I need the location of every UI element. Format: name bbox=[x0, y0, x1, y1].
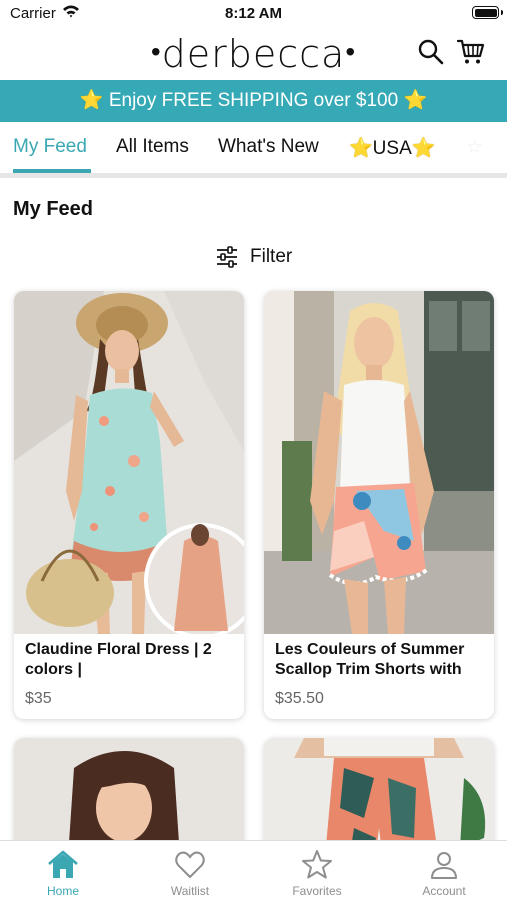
home-icon bbox=[48, 850, 78, 878]
product-name: Claudine Floral Dress | 2 colors | bbox=[25, 641, 212, 678]
tab-waitlist-label: Waitlist bbox=[170, 884, 210, 898]
search-icon[interactable] bbox=[417, 38, 445, 66]
star-icon bbox=[302, 850, 332, 879]
tab-waitlist[interactable]: Waitlist bbox=[127, 841, 253, 901]
tab-usa[interactable]: ⭐USA⭐ bbox=[349, 136, 435, 160]
filter-label: Filter bbox=[250, 246, 293, 267]
star-icon: ⭐ bbox=[403, 90, 428, 111]
bottom-tab-bar: Home Waitlist Favorites Account bbox=[0, 840, 507, 901]
app-header: •derbecca• bbox=[0, 28, 507, 80]
star-icon: ⭐ bbox=[79, 90, 104, 111]
product-image bbox=[264, 291, 494, 634]
brand-logo-text: derbecca bbox=[161, 32, 346, 76]
heart-icon bbox=[175, 851, 205, 879]
section-title: My Feed bbox=[13, 198, 94, 220]
tab-favorites[interactable]: Favorites bbox=[254, 841, 380, 901]
tab-usa-label: USA bbox=[372, 138, 412, 159]
star-icon: ⭐ bbox=[411, 138, 436, 159]
product-card[interactable]: Claudine Floral Dress | 2 colors | $35 bbox=[14, 291, 244, 719]
product-price: $35 bbox=[25, 690, 52, 707]
sliders-icon bbox=[217, 246, 237, 268]
battery-icon bbox=[472, 6, 503, 19]
tab-home[interactable]: Home bbox=[0, 841, 126, 901]
active-tab-indicator bbox=[13, 169, 91, 173]
product-image bbox=[14, 291, 244, 634]
product-price: $35.50 bbox=[275, 690, 324, 707]
free-shipping-banner[interactable]: ⭐ Enjoy FREE SHIPPING over $100 ⭐ bbox=[0, 80, 507, 122]
tab-home-label: Home bbox=[46, 884, 79, 898]
tab-whats-new[interactable]: What's New bbox=[218, 136, 319, 158]
category-tabs: My Feed All Items What's New ⭐USA⭐ ☆ bbox=[0, 122, 507, 178]
tab-my-feed[interactable]: My Feed bbox=[13, 136, 87, 158]
banner-text: Enjoy FREE SHIPPING over $100 bbox=[108, 90, 399, 111]
person-icon bbox=[431, 852, 457, 879]
tab-all-items[interactable]: All Items bbox=[116, 136, 189, 158]
tab-account-label: Account bbox=[422, 884, 466, 898]
cart-icon[interactable] bbox=[457, 38, 485, 66]
star-icon: ⭐ bbox=[349, 138, 373, 159]
tab-account[interactable]: Account bbox=[381, 841, 507, 901]
tab-favorites-label: Favorites bbox=[292, 884, 342, 898]
status-bar: Carrier 8:12 AM bbox=[0, 0, 507, 28]
product-name: Les Couleurs of Summer Scallop Trim Shor… bbox=[275, 641, 465, 678]
clock: 8:12 AM bbox=[225, 5, 282, 22]
tab-overflow-star-icon[interactable]: ☆ bbox=[466, 136, 483, 159]
product-card[interactable]: Les Couleurs of Summer Scallop Trim Shor… bbox=[264, 291, 494, 719]
